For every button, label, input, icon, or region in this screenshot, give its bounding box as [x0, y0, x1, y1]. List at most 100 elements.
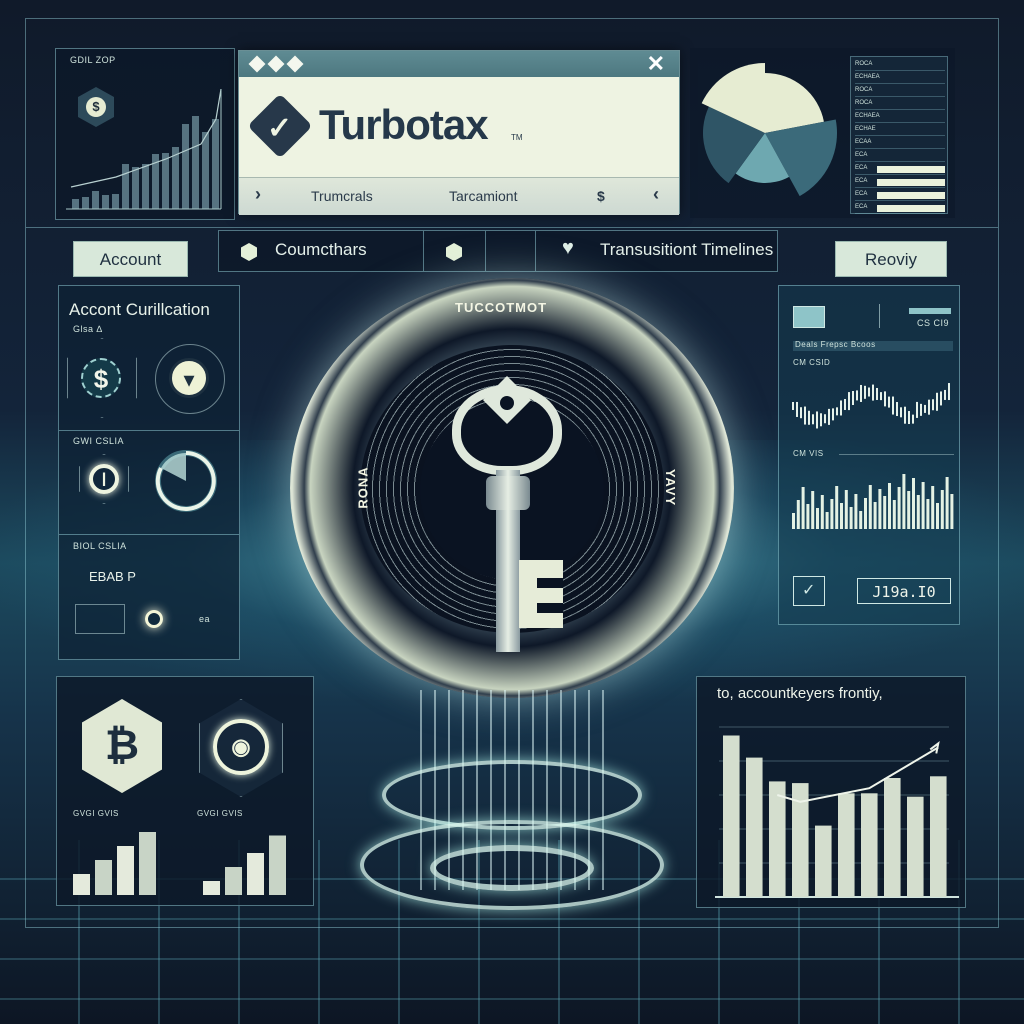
close-icon[interactable]: ✕ — [647, 51, 665, 77]
growth-bar — [142, 164, 149, 209]
metrics-label: ROCA — [855, 100, 873, 106]
volume-bar — [902, 474, 906, 529]
panel-label: GDIL ZOP — [70, 55, 116, 65]
chart-label: CM VIS — [793, 449, 824, 458]
volume-bar — [859, 511, 863, 529]
volume-bar — [835, 486, 839, 529]
metrics-bar — [877, 205, 945, 212]
volume-bar — [792, 513, 795, 529]
bar-8 — [884, 778, 901, 897]
metrics-row: ROCA — [855, 100, 945, 110]
bitcoin-badge[interactable]: ₿ — [82, 699, 162, 793]
mini-bar-2 — [225, 867, 242, 895]
nav-item[interactable]: Tarcamiont — [449, 188, 517, 204]
volume-bar — [926, 499, 930, 529]
window-dot-icon[interactable] — [286, 55, 304, 73]
mini-bar-4 — [139, 832, 156, 895]
dollar-icon[interactable]: $ — [81, 358, 121, 398]
chart-thumbnail-icon[interactable]: ✓ — [793, 576, 825, 606]
bar-chart — [715, 726, 959, 898]
metrics-bar — [877, 179, 945, 186]
divider — [839, 454, 954, 455]
metrics-list: ROCA ECHAEA ROCA ROCA ECHAEA ECHAE ECAA ECA ECA E… — [850, 56, 948, 214]
tab-icon-only[interactable] — [424, 231, 486, 271]
metrics-row: ECA — [855, 152, 945, 162]
mini-bar-chart-2 — [203, 835, 286, 895]
candle — [796, 401, 798, 417]
panel-title: Accont Curillcation — [69, 300, 210, 319]
dollar-icon[interactable]: $ — [597, 188, 605, 204]
volume-bar — [945, 477, 949, 529]
tab-transactions[interactable]: ♥ Transusitiont Timelines — [536, 231, 779, 271]
account-button[interactable]: Account — [73, 241, 188, 277]
status-light-icon — [145, 610, 163, 628]
hologram-ring-core — [430, 845, 594, 891]
metrics-row: ECHAEA — [855, 113, 945, 123]
thumbnail[interactable] — [793, 306, 825, 328]
bar-5 — [815, 825, 832, 897]
candle — [868, 387, 870, 397]
candle — [948, 383, 950, 401]
panel-subtitle: Glsa ∆ — [73, 324, 103, 334]
candle — [812, 414, 814, 425]
growth-bar — [122, 164, 129, 209]
candle — [928, 399, 930, 415]
candle — [836, 407, 838, 416]
candle — [816, 411, 818, 429]
metrics-bar — [877, 192, 945, 199]
growth-bar — [212, 119, 219, 209]
nav-item[interactable]: Trumcrals — [311, 188, 373, 204]
chevron-right-icon[interactable]: › — [255, 184, 261, 205]
coin-right-text: YAVY — [663, 468, 679, 507]
window-dot-icon[interactable] — [248, 55, 266, 73]
candle — [864, 385, 866, 399]
metrics-label: ECHAEA — [855, 74, 880, 80]
volume-bar — [931, 486, 935, 529]
token-icon[interactable]: ◉ — [213, 719, 269, 775]
bitcoin-icon: ₿ — [104, 721, 140, 768]
volume-bar — [844, 490, 848, 529]
verify-icon[interactable]: ▾ — [169, 358, 209, 398]
metrics-label: ECA — [855, 152, 868, 158]
coin-icon[interactable]: ǀ — [89, 464, 119, 494]
chevron-left-icon[interactable]: ‹ — [653, 184, 659, 205]
metrics-row: ECA — [855, 165, 945, 175]
volume-bar — [864, 498, 867, 529]
candle — [824, 414, 826, 424]
top-right-panel: ROCA ECHAEA ROCA ROCA ECHAEA ECHAE ECAA ECA ECA E… — [690, 48, 955, 218]
metrics-row: ECA — [855, 191, 945, 201]
window-titlebar: ✕ — [239, 51, 679, 77]
growth-bar — [192, 116, 199, 209]
volume-bar — [796, 500, 800, 529]
volume-bar — [873, 502, 877, 529]
analytics-panel: CS CI9 Deals Frepsc Bcoos CM CSID CM VIS… — [778, 285, 960, 625]
volume-bar — [897, 487, 901, 529]
volume-bar — [801, 487, 805, 529]
volume-bar — [950, 494, 954, 529]
recovery-button[interactable]: Reoviy — [835, 241, 947, 277]
metrics-row: ROCA — [855, 87, 945, 97]
candle — [908, 411, 910, 425]
logo-text: Turbotax — [319, 101, 489, 148]
tab-coumcthars[interactable]: Coumcthars — [219, 231, 424, 271]
divider — [59, 534, 239, 535]
volume-bar — [840, 503, 843, 529]
growth-bar — [182, 124, 189, 209]
candle — [808, 410, 810, 425]
growth-chart — [66, 89, 222, 210]
key-bow-hole — [500, 396, 514, 410]
top-left-panel: GDIL ZOP $ — [55, 48, 235, 220]
candle — [900, 407, 902, 418]
candle — [892, 396, 894, 415]
volume-bar — [811, 491, 815, 529]
candle — [912, 414, 914, 424]
volume-bar — [940, 490, 944, 529]
volume-bar — [912, 478, 915, 529]
metrics-label: ROCA — [855, 87, 873, 93]
volume-bar — [916, 495, 920, 529]
metrics-label: ECA — [855, 165, 868, 171]
envelope-icon[interactable] — [75, 604, 125, 634]
small-value: ea — [199, 614, 211, 624]
readout-display: J19a.I0 — [857, 578, 951, 604]
window-dot-icon[interactable] — [267, 55, 285, 73]
